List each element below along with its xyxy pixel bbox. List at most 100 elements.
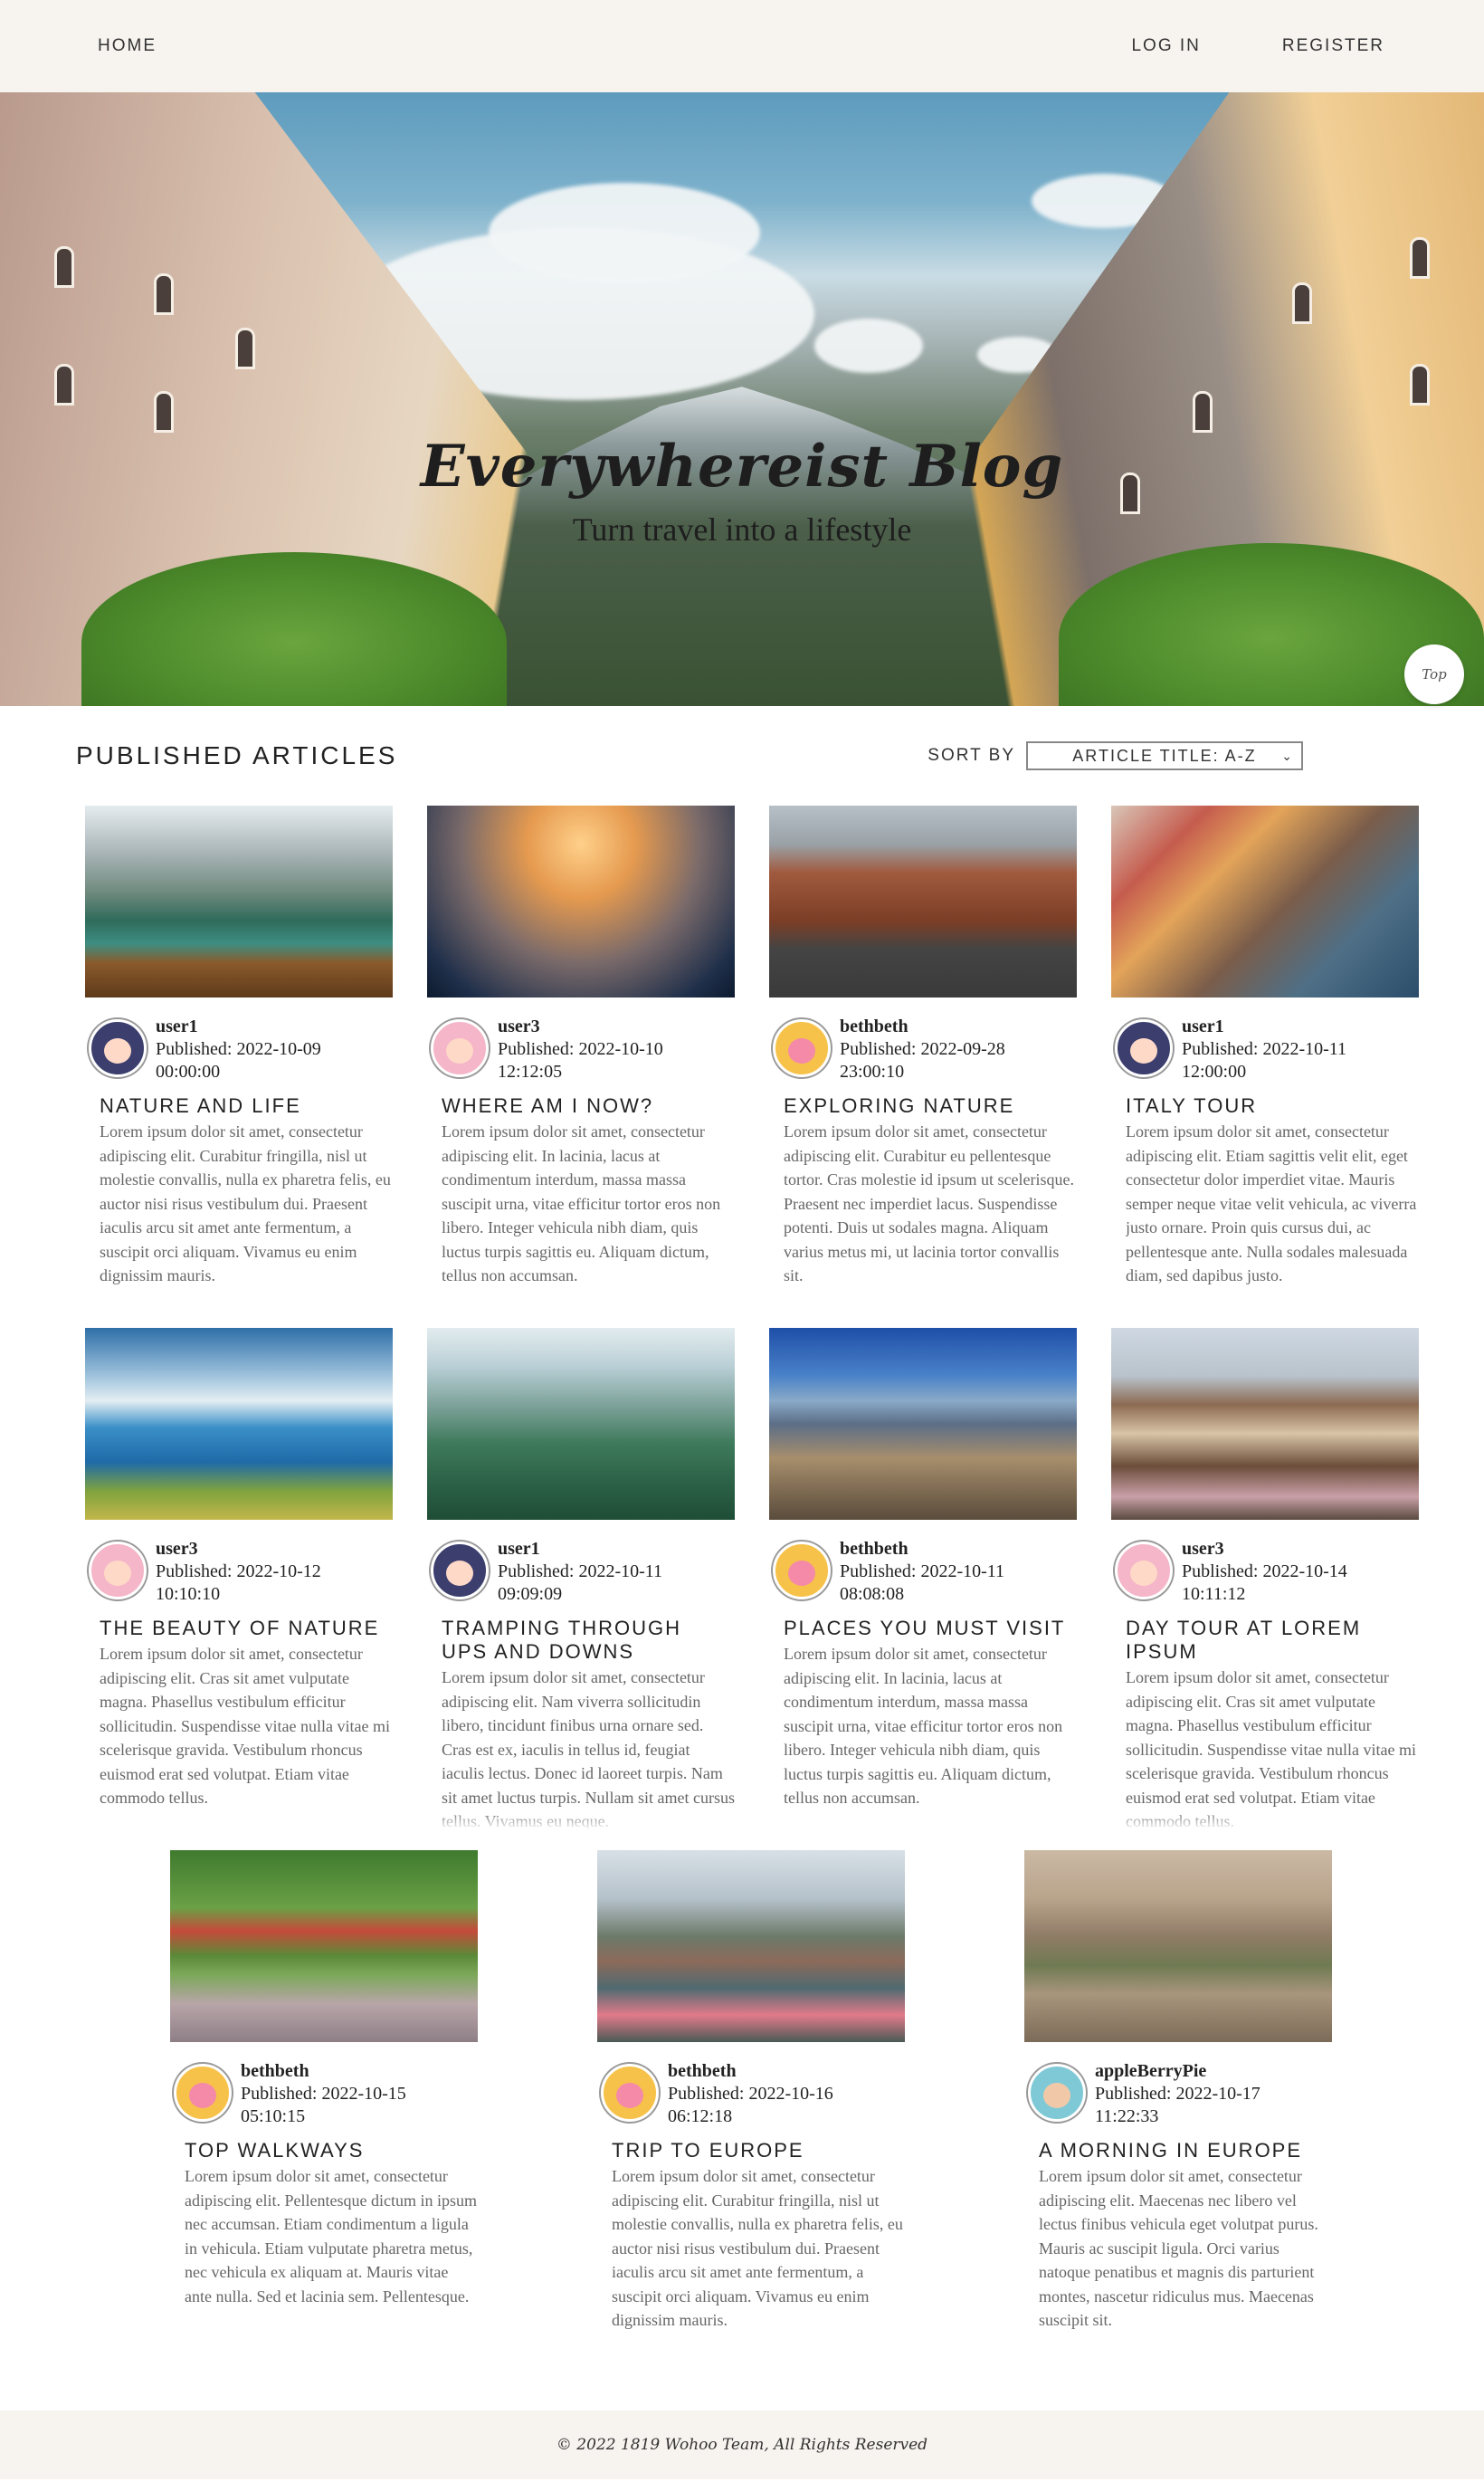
publish-date: Published: 2022-10-10 — [498, 1039, 663, 1059]
avatar — [1115, 1019, 1173, 1077]
scroll-top-button[interactable]: Top — [1404, 644, 1464, 704]
avatar — [89, 1019, 147, 1077]
publish-time: 11:22:33 — [1095, 2106, 1159, 2126]
article-card[interactable]: bethbeth Published: 2022-09-28 23:00:10 … — [769, 806, 1077, 1308]
author-name[interactable]: user3 — [1182, 1538, 1347, 1561]
nav-register-link[interactable]: REGISTER — [1282, 36, 1384, 56]
footer-copyright: © 2022 1819 Wohoo Team, All Rights Reser… — [556, 2436, 928, 2454]
article-card[interactable]: bethbeth Published: 2022-10-16 06:12:18 … — [597, 1850, 905, 2353]
publish-time: 12:00:00 — [1182, 1062, 1247, 1082]
article-excerpt: Lorem ipsum dolor sit amet, consectetur … — [100, 1645, 390, 1807]
article-image-hill-town[interactable] — [769, 1328, 1077, 1520]
article-title[interactable]: A MORNING IN EUROPE — [1039, 2139, 1332, 2162]
article-author: user3 Published: 2022-10-10 12:12:05 — [427, 1016, 735, 1083]
article-title[interactable]: WHERE AM I NOW? — [442, 1094, 735, 1118]
author-name[interactable]: bethbeth — [840, 1016, 1005, 1038]
publish-date: Published: 2022-10-11 — [498, 1561, 663, 1581]
articles-grid: user1 Published: 2022-10-09 00:00:00 NAT… — [0, 806, 1484, 1830]
publish-date: Published: 2022-10-09 — [156, 1039, 321, 1059]
article-excerpt: Lorem ipsum dolor sit amet, consectetur … — [442, 1122, 721, 1284]
article-image-city-bridge[interactable] — [1024, 1850, 1332, 2042]
publish-time: 06:12:18 — [668, 2106, 733, 2126]
nav-home-link[interactable]: HOME — [98, 36, 157, 56]
article-excerpt: Lorem ipsum dolor sit amet, consectetur … — [442, 1668, 735, 1830]
hero-window — [54, 246, 74, 288]
article-image-desert-road[interactable] — [769, 806, 1077, 998]
article-image-old-town-street[interactable] — [1111, 1328, 1419, 1520]
article-excerpt: Lorem ipsum dolor sit amet, consectetur … — [1126, 1668, 1416, 1830]
page-footer: © 2022 1819 Wohoo Team, All Rights Reser… — [0, 2410, 1484, 2479]
article-card[interactable]: user3 Published: 2022-10-12 10:10:10 THE… — [85, 1328, 393, 1830]
hero-window — [1410, 237, 1430, 279]
publish-date: Published: 2022-10-12 — [156, 1561, 321, 1581]
author-name[interactable]: appleBerryPie — [1095, 2060, 1260, 2083]
publish-date: Published: 2022-10-11 — [840, 1561, 1005, 1581]
article-card[interactable]: appleBerryPie Published: 2022-10-17 11:2… — [1024, 1850, 1332, 2353]
hero-cloud — [814, 319, 923, 373]
chevron-down-icon: ⌄ — [1281, 749, 1294, 763]
article-image-sea-island[interactable] — [85, 1328, 393, 1520]
nav-login-link[interactable]: LOG IN — [1131, 36, 1200, 56]
article-card[interactable]: bethbeth Published: 2022-10-11 08:08:08 … — [769, 1328, 1077, 1830]
article-excerpt: Lorem ipsum dolor sit amet, consectetur … — [612, 2167, 903, 2329]
hero-subtitle: Turn travel into a lifestyle — [572, 511, 912, 548]
publish-time: 08:08:08 — [840, 1584, 905, 1604]
article-card[interactable]: user1 Published: 2022-10-11 09:09:09 TRA… — [427, 1328, 735, 1830]
article-author: appleBerryPie Published: 2022-10-17 11:2… — [1024, 2060, 1332, 2128]
article-card[interactable]: user3 Published: 2022-10-10 12:12:05 WHE… — [427, 806, 735, 1308]
article-title[interactable]: PLACES YOU MUST VISIT — [784, 1617, 1077, 1640]
article-author: user3 Published: 2022-10-12 10:10:10 — [85, 1538, 393, 1606]
article-title[interactable]: THE BEAUTY OF NATURE — [100, 1617, 393, 1640]
article-title[interactable]: NATURE AND LIFE — [100, 1094, 393, 1118]
article-title[interactable]: TRIP TO EUROPE — [612, 2139, 905, 2162]
avatar — [431, 1019, 489, 1077]
hero-banner: Everywhereist Blog Turn travel into a li… — [0, 92, 1484, 706]
article-image-canal[interactable] — [597, 1850, 905, 2042]
hero-window — [54, 364, 74, 406]
author-name[interactable]: user3 — [498, 1016, 663, 1038]
article-author: user1 Published: 2022-10-11 12:00:00 — [1111, 1016, 1419, 1083]
article-image-lake-boat[interactable] — [85, 806, 393, 998]
publish-time: 09:09:09 — [498, 1584, 563, 1604]
article-image-coastal-town[interactable] — [1111, 806, 1419, 998]
hero-window — [1292, 282, 1312, 324]
publish-time: 12:12:05 — [498, 1062, 563, 1082]
article-title[interactable]: TRAMPING THROUGH UPS AND DOWNS — [442, 1617, 735, 1664]
article-card[interactable]: user3 Published: 2022-10-14 10:11:12 DAY… — [1111, 1328, 1419, 1830]
article-card[interactable]: user1 Published: 2022-10-11 12:00:00 ITA… — [1111, 806, 1419, 1308]
author-name[interactable]: bethbeth — [241, 2060, 406, 2083]
article-title[interactable]: DAY TOUR AT LOREM IPSUM — [1126, 1617, 1419, 1664]
sort-selected-value: ARTICLE TITLE: A-Z — [1072, 746, 1257, 765]
avatar — [1028, 2064, 1086, 2122]
article-title[interactable]: TOP WALKWAYS — [185, 2139, 478, 2162]
top-nav: HOME LOG IN REGISTER — [0, 0, 1484, 92]
hero-title: Everywhereist Blog — [420, 433, 1064, 501]
avatar — [431, 1542, 489, 1599]
publish-time: 10:10:10 — [156, 1584, 221, 1604]
article-image-clouds[interactable] — [427, 806, 735, 998]
articles-header: PUBLISHED ARTICLES SORT BY ARTICLE TITLE… — [0, 706, 1484, 806]
avatar — [89, 1542, 147, 1599]
avatar — [601, 2064, 659, 2122]
avatar — [773, 1542, 831, 1599]
article-excerpt: Lorem ipsum dolor sit amet, consectetur … — [784, 1122, 1074, 1284]
article-title[interactable]: ITALY TOUR — [1126, 1094, 1419, 1118]
author-name[interactable]: bethbeth — [668, 2060, 833, 2083]
hero-window — [1410, 364, 1430, 406]
article-image-green-valley[interactable] — [427, 1328, 735, 1520]
hero-window — [235, 328, 255, 369]
author-name[interactable]: bethbeth — [840, 1538, 1004, 1561]
author-name[interactable]: user1 — [156, 1016, 321, 1038]
article-card[interactable]: bethbeth Published: 2022-10-15 05:10:15 … — [170, 1850, 478, 2353]
author-name[interactable]: user1 — [498, 1538, 662, 1561]
sort-select[interactable]: ARTICLE TITLE: A-Z ⌄ — [1026, 741, 1303, 770]
publish-date: Published: 2022-10-15 — [241, 2084, 406, 2104]
hero-window — [154, 273, 174, 315]
article-title[interactable]: EXPLORING NATURE — [784, 1094, 1077, 1118]
publish-date: Published: 2022-09-28 — [840, 1039, 1005, 1059]
author-name[interactable]: user1 — [1182, 1016, 1346, 1038]
avatar — [773, 1019, 831, 1077]
article-image-tree-walkway[interactable] — [170, 1850, 478, 2042]
article-card[interactable]: user1 Published: 2022-10-09 00:00:00 NAT… — [85, 806, 393, 1308]
author-name[interactable]: user3 — [156, 1538, 321, 1561]
